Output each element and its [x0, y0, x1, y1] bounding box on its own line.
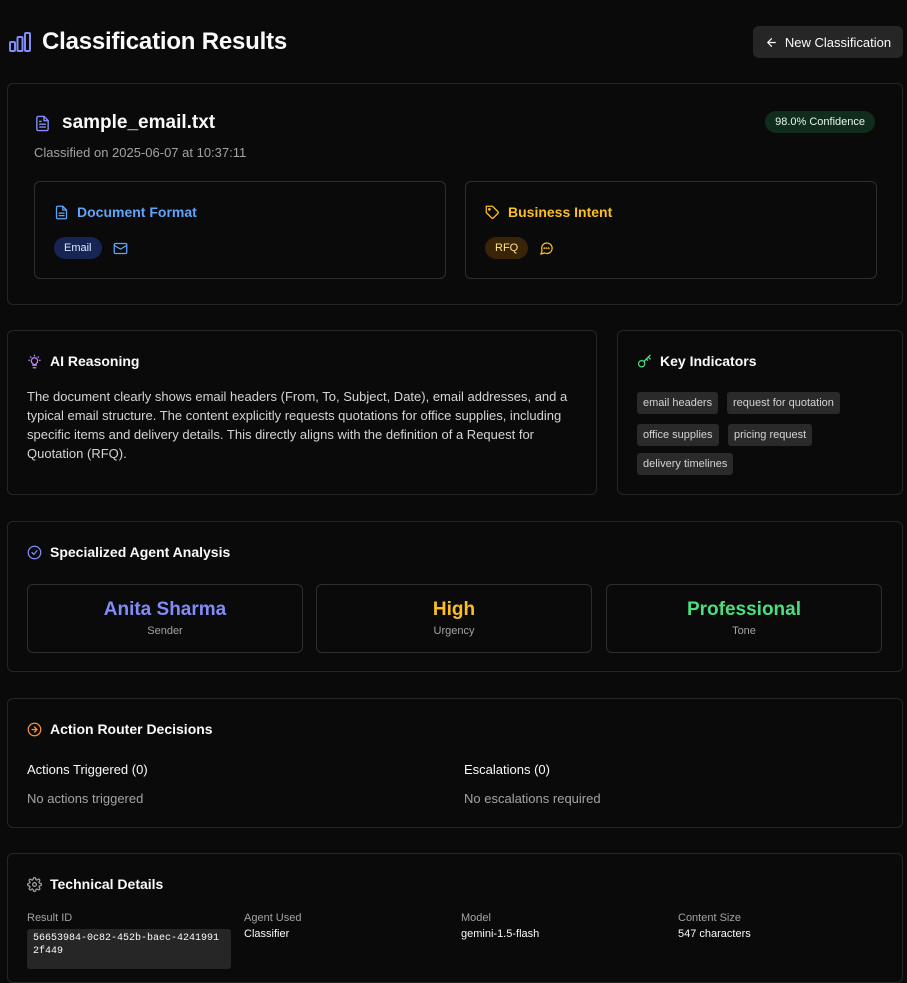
document-format-heading-row: Document Format [54, 204, 197, 220]
check-circle-icon [27, 545, 42, 560]
file-text-icon [54, 205, 69, 220]
key-indicators-heading-row: Key Indicators [637, 353, 756, 369]
file-name-row: sample_email.txt [34, 112, 215, 134]
indicator-tag: office supplies [637, 424, 719, 446]
settings-icon [27, 876, 42, 892]
model-label: Model [461, 912, 491, 924]
document-format-badge: Email [54, 237, 102, 259]
sender-value: Anita Sharma [103, 599, 227, 620]
ai-reasoning-card: AI Reasoning The document clearly shows … [7, 330, 597, 495]
arrow-right-circle-icon [27, 722, 42, 737]
new-classification-button[interactable]: New Classification [753, 26, 903, 58]
ai-reasoning-heading-row: AI Reasoning [27, 353, 139, 369]
key-indicators-card: Key Indicators email headers request for… [617, 330, 903, 495]
actions-triggered-title: Actions Triggered (0) [27, 762, 148, 777]
arrow-left-icon [765, 36, 778, 49]
indicator-tag: pricing request [728, 424, 813, 446]
result-id-value: 56653984-0c82-452b-baec-42419912f449 [27, 929, 231, 969]
business-intent-badge: RFQ [485, 237, 529, 259]
sender-metric: Anita Sharma Sender [27, 584, 303, 653]
urgency-label: Urgency [433, 625, 475, 637]
indicator-tag: delivery timelines [637, 453, 734, 475]
agent-used-value: Classifier [244, 928, 290, 940]
agent-analysis-card: Specialized Agent Analysis Anita Sharma … [7, 521, 903, 672]
urgency-value: High [432, 599, 476, 620]
tag-icon [485, 205, 500, 220]
business-intent-heading-row: Business Intent [485, 204, 612, 220]
technical-details-heading-row: Technical Details [27, 876, 163, 892]
business-intent-card: Business Intent RFQ [465, 181, 877, 279]
tone-metric: Professional Tone [606, 584, 882, 653]
key-icon [637, 354, 652, 369]
model-value: gemini-1.5-flash [461, 928, 540, 940]
page-header: Classification Results New Classificatio… [8, 26, 903, 58]
tone-label: Tone [732, 625, 756, 637]
action-router-card: Action Router Decisions Actions Triggere… [7, 698, 903, 828]
bar-chart-icon [8, 30, 32, 54]
lightbulb-icon [27, 354, 42, 369]
indicator-tag: request for quotation [727, 392, 840, 414]
technical-details-card: Technical Details Result ID 56653984-0c8… [7, 853, 903, 983]
file-text-icon [34, 115, 51, 132]
document-format-card: Document Format Email [34, 181, 446, 279]
indicator-tag: email headers [637, 392, 719, 414]
file-name: sample_email.txt [62, 112, 216, 133]
title-group: Classification Results [8, 28, 287, 56]
sender-label: Sender [147, 625, 183, 637]
mail-icon [113, 241, 128, 256]
urgency-metric: High Urgency [316, 584, 592, 653]
agent-analysis-heading: Specialized Agent Analysis [50, 544, 231, 560]
actions-empty-text: No actions triggered [27, 791, 144, 806]
new-classification-label: New Classification [784, 34, 892, 50]
document-format-heading: Document Format [77, 204, 197, 220]
action-router-heading-row: Action Router Decisions [27, 721, 213, 737]
document-format-row: Email [54, 237, 128, 259]
ai-reasoning-text: The document clearly shows email headers… [27, 389, 568, 461]
message-circle-icon [539, 241, 554, 256]
classified-timestamp: Classified on 2025-06-07 at 10:37:11 [34, 145, 247, 160]
agent-analysis-heading-row: Specialized Agent Analysis [27, 544, 230, 560]
escalations-title: Escalations (0) [464, 762, 550, 777]
ai-reasoning-heading: AI Reasoning [50, 353, 140, 369]
key-indicators-heading: Key Indicators [660, 353, 757, 369]
escalations-empty-text: No escalations required [464, 791, 601, 806]
page-title: Classification Results [42, 28, 288, 55]
agent-used-label: Agent Used [244, 912, 302, 924]
content-size-value: 547 characters [678, 928, 751, 940]
file-summary-card: sample_email.txt 98.0% Confidence Classi… [7, 83, 903, 305]
confidence-badge: 98.0% Confidence [765, 111, 875, 133]
result-id-label: Result ID [27, 912, 73, 924]
business-intent-heading: Business Intent [508, 204, 613, 220]
tone-value: Professional [686, 599, 802, 620]
business-intent-row: RFQ [485, 237, 554, 259]
action-router-heading: Action Router Decisions [50, 721, 213, 737]
technical-details-heading: Technical Details [50, 876, 164, 892]
content-size-label: Content Size [678, 912, 741, 924]
